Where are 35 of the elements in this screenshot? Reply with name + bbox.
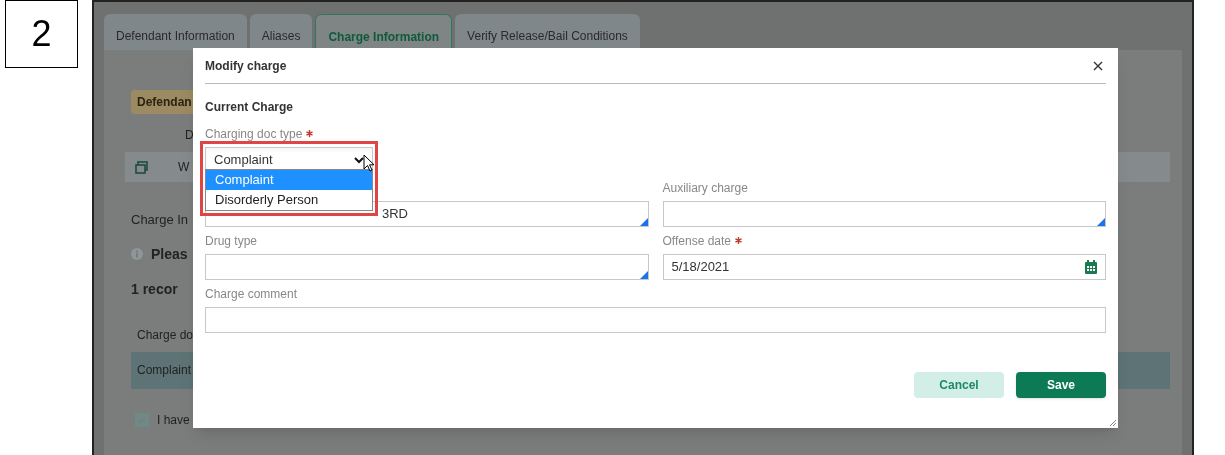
corner-triangle-icon xyxy=(1097,218,1105,226)
corner-triangle-icon xyxy=(639,271,648,279)
step-number: 2 xyxy=(5,0,78,68)
resize-grip-icon[interactable] xyxy=(1109,419,1116,426)
corner-triangle-icon xyxy=(639,218,648,226)
tab[interactable]: Charge Information xyxy=(315,14,453,50)
calendar-icon[interactable] xyxy=(1085,260,1097,274)
record-count: 1 recor xyxy=(131,279,178,299)
section-title: Charge In xyxy=(131,211,189,229)
field-label: Charge comment xyxy=(205,285,298,303)
lookup-field[interactable] xyxy=(205,254,649,280)
lookup-field[interactable] xyxy=(662,201,1106,227)
input-field[interactable] xyxy=(205,307,1106,333)
field-label: Offense date xyxy=(662,232,731,250)
field-label: Auxiliary charge xyxy=(662,179,748,197)
date-field[interactable]: 5/18/2021 xyxy=(662,254,1106,280)
field-label: Drug type xyxy=(205,232,258,250)
checkbox-label: I have xyxy=(157,411,190,429)
info-icon xyxy=(131,248,143,260)
table-cell-text: Complaint xyxy=(137,362,192,379)
dropdown-option[interactable]: Complaint xyxy=(206,170,372,190)
section-heading: Current Charge xyxy=(205,99,294,116)
tab[interactable]: Defendant Information xyxy=(104,14,247,50)
dialog-title: Modify charge xyxy=(205,57,287,75)
caret-icon xyxy=(354,156,364,164)
notice-text: W xyxy=(178,159,190,176)
tab[interactable]: Verify Release/Bail Conditions xyxy=(455,14,640,50)
info-text: Pleas xyxy=(151,244,188,264)
column-header: Charge do xyxy=(137,326,194,344)
tab[interactable]: Aliases xyxy=(249,14,313,50)
field-label: Charging doc type xyxy=(205,125,303,143)
save-button[interactable]: Save xyxy=(1016,372,1106,398)
cancel-button[interactable]: Cancel xyxy=(914,372,1004,398)
copy-icon xyxy=(135,160,148,174)
detail-text: D xyxy=(185,127,194,144)
